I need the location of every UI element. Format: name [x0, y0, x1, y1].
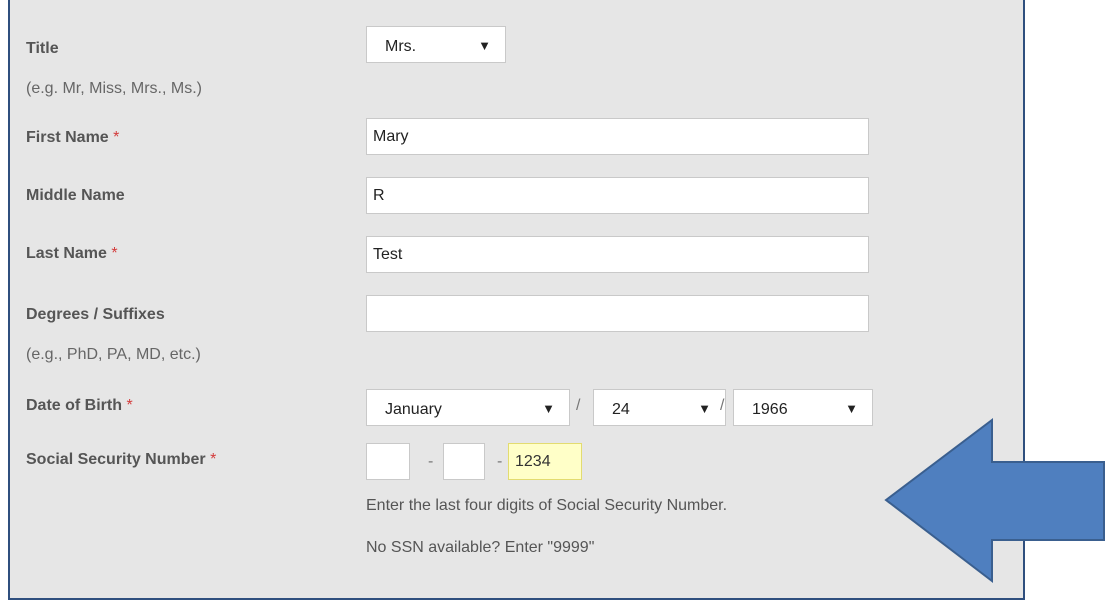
- left-arrow-callout-icon: [884, 417, 1105, 584]
